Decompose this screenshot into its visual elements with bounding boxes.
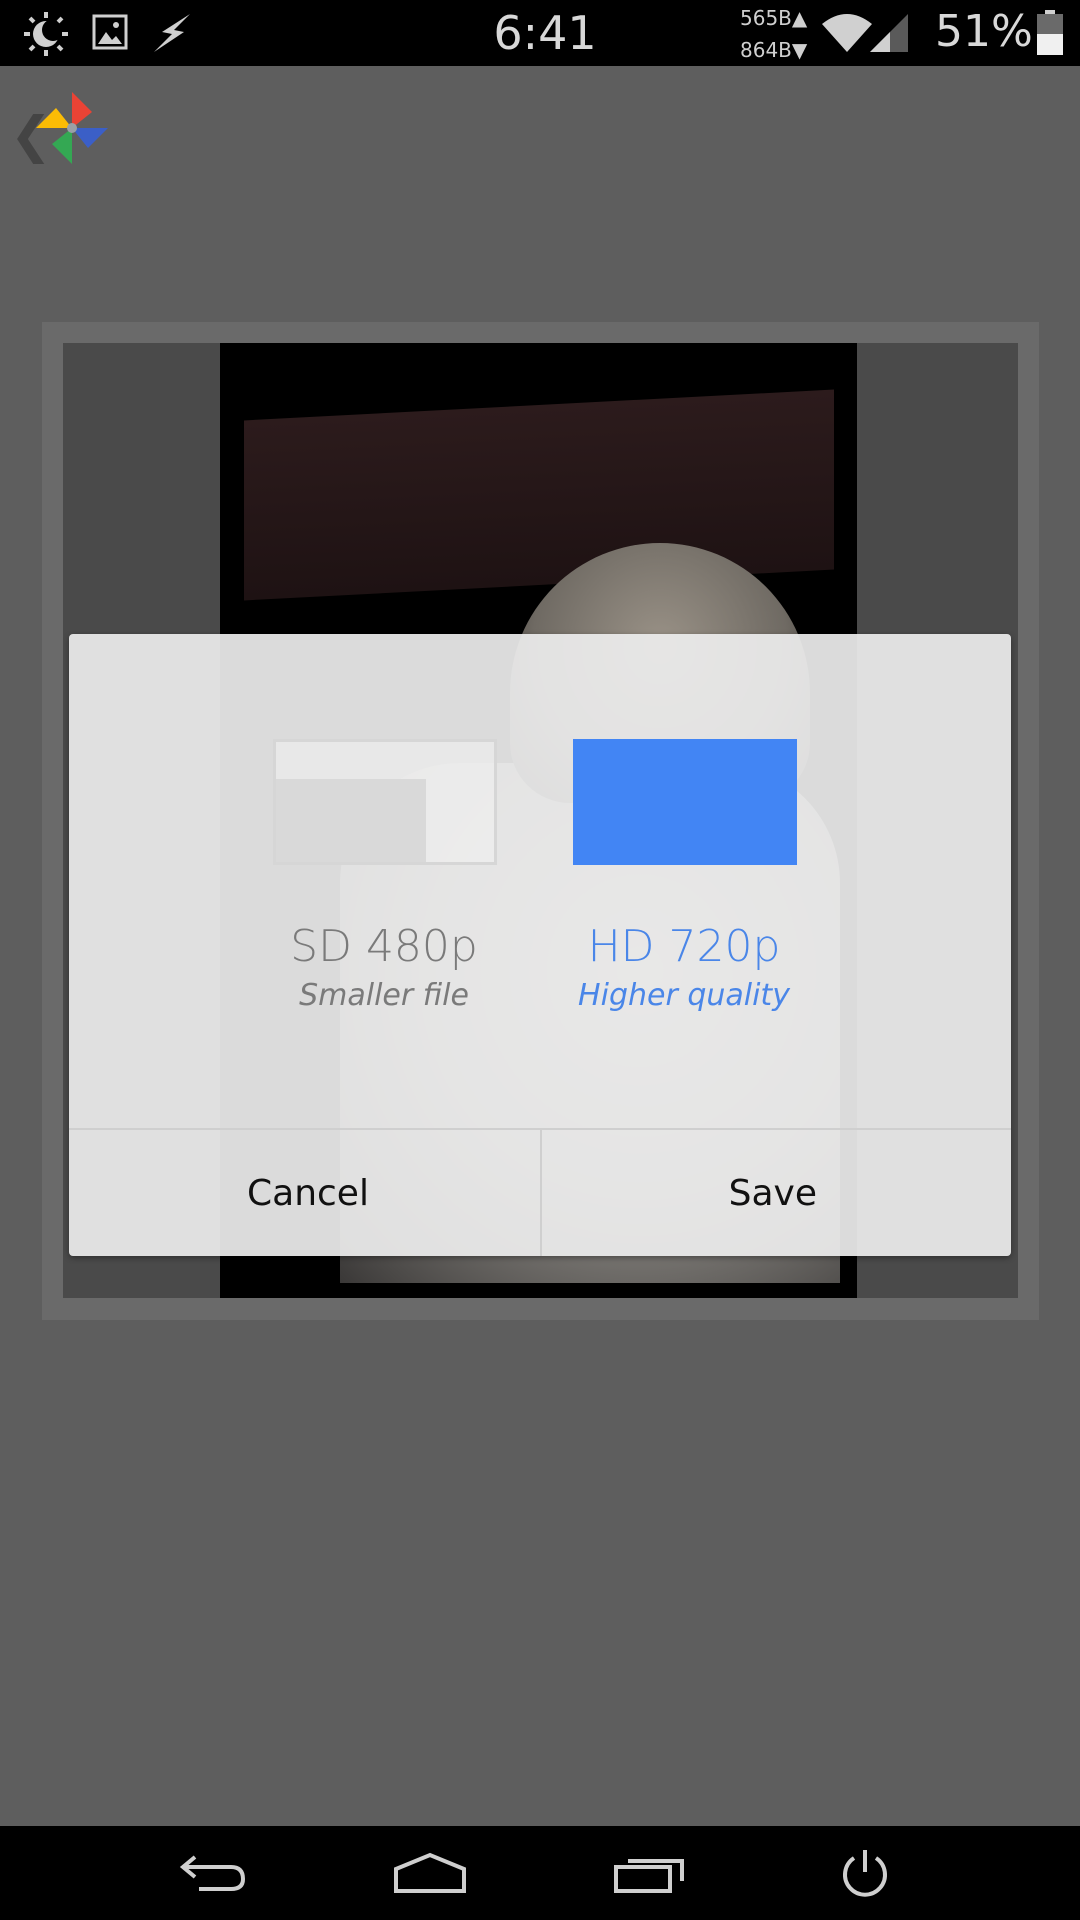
battery-percent: 51% (935, 6, 1033, 57)
save-button[interactable]: Save (540, 1130, 1011, 1256)
option-title: SD 480p (290, 921, 478, 972)
navigation-bar (0, 1826, 1080, 1920)
option-sd-480p[interactable]: SD 480p Smaller file (269, 739, 499, 1013)
photos-pinwheel-logo[interactable] (30, 86, 114, 175)
network-speed: 565B▲ 864B▼ (740, 2, 807, 66)
sd-icon-fill (276, 779, 426, 862)
option-subtitle: Smaller file (299, 978, 469, 1013)
brightness-icon (22, 10, 70, 63)
option-title: HD 720p (587, 921, 781, 972)
hd-icon-fill (573, 739, 797, 865)
recents-icon[interactable] (600, 1838, 700, 1908)
home-icon[interactable] (380, 1838, 480, 1908)
dialog-button-bar: Cancel Save (69, 1130, 1011, 1256)
sd-resolution-icon (273, 739, 497, 865)
network-upload: 565B▲ (740, 6, 808, 30)
power-icon[interactable] (815, 1838, 915, 1908)
back-icon[interactable] (163, 1838, 263, 1908)
wifi-icon (820, 12, 874, 59)
screen: 6:41 565B▲ 864B▼ 51% ❮ SD 480p Smaller f… (0, 0, 1080, 1920)
hd-resolution-icon (573, 739, 797, 865)
network-download: 864B▼ (740, 38, 808, 62)
resolution-dialog: SD 480p Smaller file HD 720p Higher qual… (69, 634, 1011, 1256)
option-hd-720p[interactable]: HD 720p Higher quality (569, 739, 799, 1013)
app-bar: ❮ (0, 66, 1080, 196)
status-time: 6:41 (493, 6, 597, 60)
gallery-icon (92, 14, 128, 55)
flash-icon (150, 12, 194, 59)
option-subtitle: Higher quality (578, 978, 790, 1013)
battery-icon (1036, 10, 1064, 61)
cell-signal-icon (868, 12, 910, 59)
status-bar: 6:41 565B▲ 864B▼ 51% (0, 0, 1080, 66)
cancel-button[interactable]: Cancel (69, 1130, 540, 1256)
